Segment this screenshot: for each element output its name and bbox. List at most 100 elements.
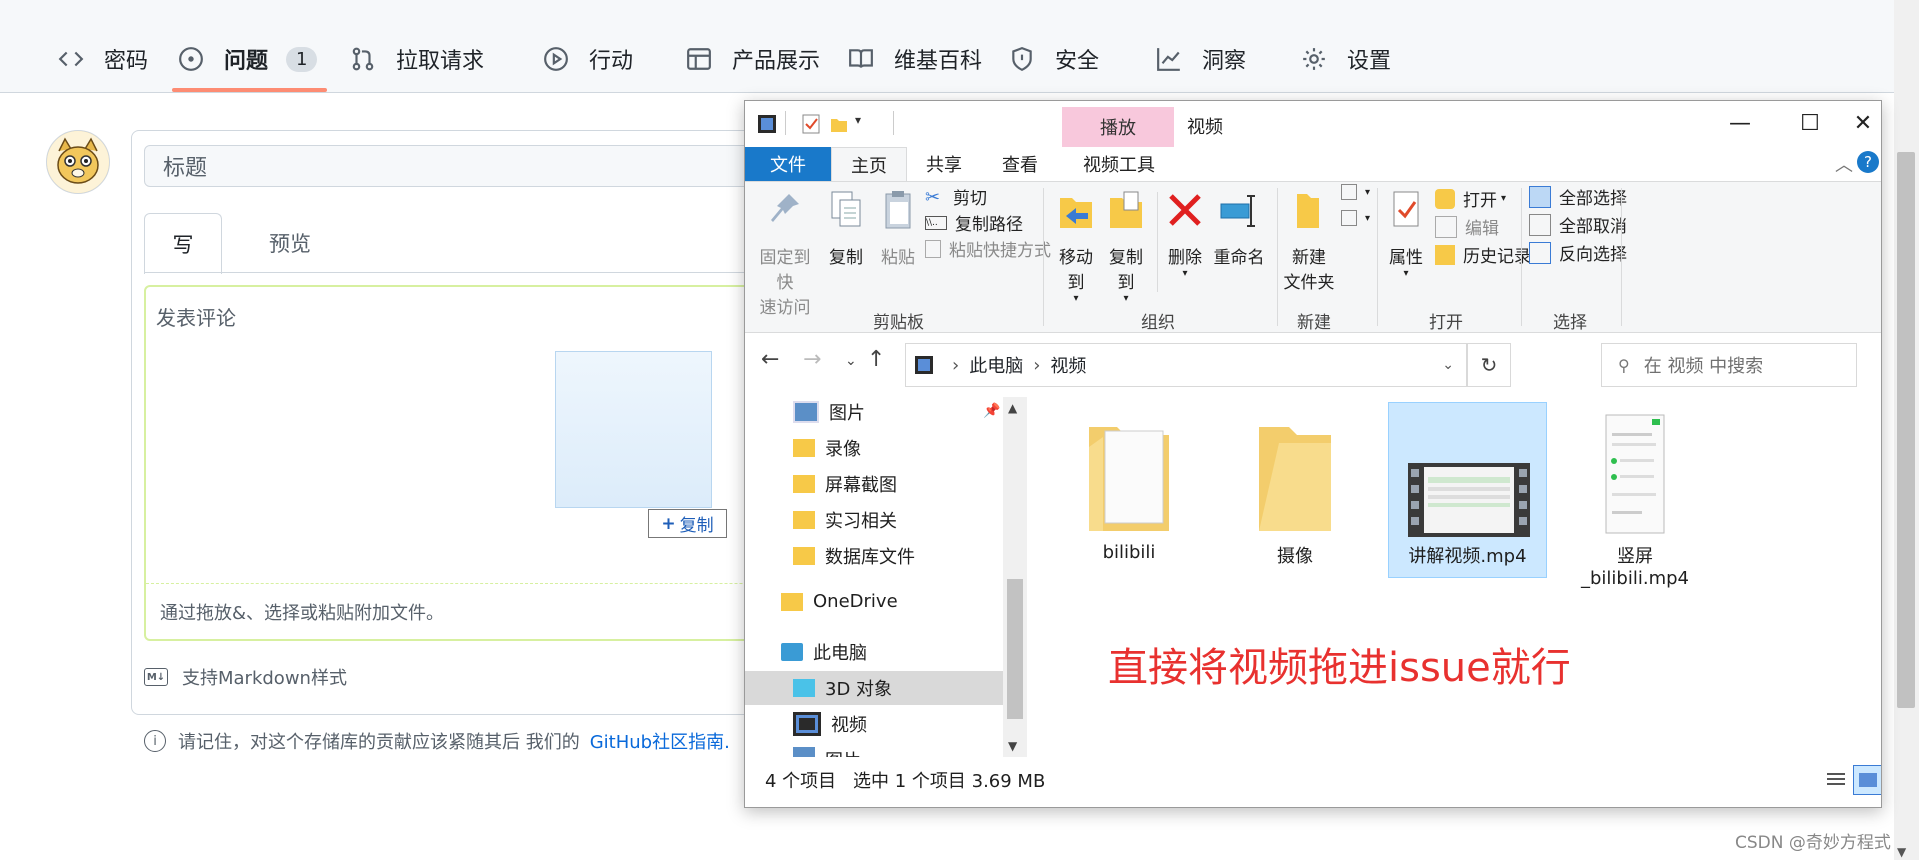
phone-video-thumbnail-icon xyxy=(1605,414,1665,534)
copy-button[interactable]: 复制 xyxy=(821,188,871,268)
large-icons-view-icon[interactable] xyxy=(1853,765,1881,795)
refresh-icon[interactable]: ↻ xyxy=(1467,343,1511,387)
markdown-icon: M↓ xyxy=(144,668,168,686)
ribbon-tab-file[interactable]: 文件 xyxy=(745,147,831,181)
address-dropdown-icon[interactable]: ⌄ xyxy=(1442,357,1454,373)
table-icon xyxy=(687,48,711,70)
address-bar[interactable]: › 此电脑 › 视频 ⌄ xyxy=(905,343,1467,387)
new-folder-icon[interactable] xyxy=(829,113,849,135)
folder-icon xyxy=(793,475,815,493)
explorer-title-bar[interactable]: ▾ 播放 视频 — ☐ ✕ xyxy=(745,101,1881,147)
nav-tab-security[interactable]: 安全 xyxy=(1009,44,1099,74)
page-scrollbar-thumb[interactable] xyxy=(1897,152,1915,708)
history-button[interactable]: 历史记录 xyxy=(1435,242,1531,267)
ribbon-tab-video-tools[interactable]: 视频工具 xyxy=(1063,147,1175,181)
community-guidelines-link[interactable]: GitHub社区指南. xyxy=(590,728,730,754)
new-item-button[interactable]: ▾ xyxy=(1341,184,1370,200)
collapse-ribbon-icon[interactable]: ︿ xyxy=(1835,151,1853,177)
pin-quick-access-button[interactable]: 固定到快 速访问 xyxy=(753,188,817,318)
paste-shortcut-button[interactable]: 粘贴快捷方式 xyxy=(925,236,1051,261)
nav-pane-scrollbar-thumb[interactable] xyxy=(1007,579,1023,719)
maximize-icon[interactable]: ☐ xyxy=(1775,105,1845,141)
group-label-clipboard: 剪贴板 xyxy=(873,313,924,333)
minimize-icon[interactable]: — xyxy=(1705,105,1775,141)
rename-button[interactable]: 重命名 xyxy=(1209,188,1269,268)
search-input[interactable]: ⚲ 在 视频 中搜索 xyxy=(1601,343,1857,387)
paste-shortcut-icon xyxy=(925,239,941,258)
pictures-icon xyxy=(793,747,815,757)
window-title: 视频 xyxy=(1187,117,1223,138)
file-item-lecture-video[interactable]: 讲解视频.mp4 xyxy=(1395,407,1540,568)
shield-icon xyxy=(1012,47,1032,72)
tree-item-onedrive[interactable]: OneDrive xyxy=(781,591,898,612)
move-to-button[interactable]: 移动到 ▾ xyxy=(1051,188,1101,304)
easy-access-button[interactable]: ▾ xyxy=(1341,210,1370,226)
markdown-support-hint[interactable]: M↓ 支持Markdown样式 xyxy=(144,664,347,690)
open-button[interactable]: 打开 ▾ xyxy=(1435,186,1506,211)
copy-path-button[interactable]: \\.. 复制路径 xyxy=(925,210,1023,235)
quick-access-dropdown-icon[interactable]: ▾ xyxy=(855,113,861,127)
cut-button[interactable]: ✂ 剪切 xyxy=(925,184,987,210)
tab-preview[interactable]: 预览 xyxy=(240,213,340,273)
scroll-down-arrow-icon[interactable]: ▼ xyxy=(1008,739,1017,753)
nav-tab-actions[interactable]: 行动 xyxy=(543,44,633,74)
back-arrow-icon[interactable]: ← xyxy=(761,347,779,372)
select-none-button[interactable]: 全部取消 xyxy=(1529,212,1627,237)
tree-item-this-pc[interactable]: 此电脑 xyxy=(781,639,867,665)
move-to-icon xyxy=(1060,198,1092,228)
contextual-tab-play[interactable]: 播放 xyxy=(1062,107,1174,147)
tab-write[interactable]: 写 xyxy=(144,213,222,274)
details-view-icon[interactable] xyxy=(1821,765,1851,795)
pull-request-icon xyxy=(352,47,374,71)
tree-item-videos[interactable]: 视频 xyxy=(793,711,867,737)
ribbon-tab-home[interactable]: 主页 xyxy=(831,147,907,182)
paste-icon xyxy=(885,191,911,229)
onedrive-folder-icon xyxy=(781,592,803,611)
avatar[interactable] xyxy=(46,130,110,194)
breadcrumb-this-pc[interactable]: 此电脑 xyxy=(969,352,1023,378)
tree-item-pictures[interactable]: 图片 xyxy=(793,399,865,425)
close-icon[interactable]: ✕ xyxy=(1845,105,1881,141)
properties-button[interactable]: 属性 ▾ xyxy=(1381,188,1431,279)
help-icon[interactable]: ? xyxy=(1857,151,1879,173)
recent-locations-icon[interactable]: ⌄ xyxy=(845,353,857,369)
forward-arrow-icon[interactable]: → xyxy=(803,347,821,372)
group-label-organize: 组织 xyxy=(1141,313,1175,333)
tree-item-pictures-2[interactable]: 图片 xyxy=(793,747,861,757)
up-arrow-icon[interactable]: ↑ xyxy=(867,347,885,372)
invert-selection-button[interactable]: 反向选择 xyxy=(1529,240,1627,265)
file-item-camera[interactable]: 摄像 xyxy=(1229,407,1361,568)
properties-check-icon[interactable] xyxy=(801,113,821,135)
tree-item-screenshots[interactable]: 屏幕截图 xyxy=(793,471,897,497)
breadcrumb-videos[interactable]: 视频 xyxy=(1050,352,1086,378)
delete-button[interactable]: 删除 ▾ xyxy=(1163,188,1207,279)
nav-tab-wiki[interactable]: 维基百科 xyxy=(848,44,982,74)
nav-tab-issues[interactable]: 问题 1 xyxy=(178,44,318,74)
status-selection: 选中 1 个项目 3.69 MB xyxy=(853,771,1046,792)
new-folder-button[interactable]: 新建 文件夹 xyxy=(1279,188,1339,293)
tree-item-3d-objects[interactable]: 3D 对象 xyxy=(793,675,892,701)
tree-item-recordings[interactable]: 录像 xyxy=(793,435,861,461)
nav-tab-projects[interactable]: 产品展示 xyxy=(686,44,820,74)
copy-to-button[interactable]: 复制到 ▾ xyxy=(1101,188,1151,304)
tree-item-database-files[interactable]: 数据库文件 xyxy=(793,543,915,569)
ribbon-tab-view[interactable]: 查看 xyxy=(983,147,1057,181)
file-item-bilibili[interactable]: bilibili xyxy=(1063,407,1195,563)
group-label-select: 选择 xyxy=(1553,313,1587,333)
ribbon-tab-share[interactable]: 共享 xyxy=(907,147,981,181)
play-icon xyxy=(544,47,568,71)
nav-tab-code[interactable]: 密码 xyxy=(58,44,148,74)
edit-button[interactable]: 编辑 xyxy=(1435,214,1499,239)
nav-tab-settings[interactable]: 设置 xyxy=(1301,44,1391,74)
select-all-button[interactable]: 全部选择 xyxy=(1529,184,1627,209)
delete-x-icon xyxy=(1169,194,1201,226)
nav-tab-pull-requests[interactable]: 拉取请求 xyxy=(350,44,484,74)
tree-item-internship[interactable]: 实习相关 xyxy=(793,507,897,533)
drag-preview-ghost xyxy=(555,351,712,508)
scroll-up-arrow-icon[interactable]: ▲ xyxy=(1008,401,1017,415)
open-play-icon xyxy=(1435,188,1455,209)
nav-tab-insights[interactable]: 洞察 xyxy=(1156,44,1246,74)
scroll-down-arrow-icon[interactable]: ▼ xyxy=(1897,845,1906,859)
file-item-vertical-video[interactable]: 竖屏 _bilibili.mp4 xyxy=(1565,407,1705,589)
paste-button[interactable]: 粘贴 xyxy=(873,188,923,268)
